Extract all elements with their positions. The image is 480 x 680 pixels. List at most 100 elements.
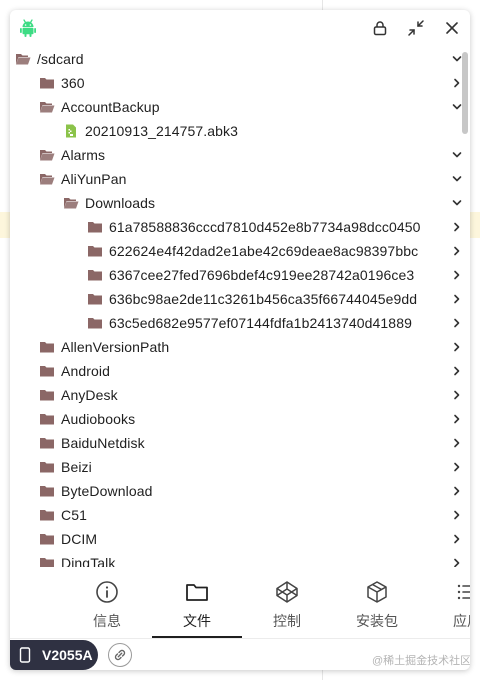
tree-item-label: 636bc98ae2de11c3261b456ca35f66744045e9dd bbox=[109, 291, 418, 307]
tree-item-label: 622624e4f42dad2e1abe42c69deae8ac98397bbc bbox=[109, 243, 419, 259]
connect-link-button[interactable] bbox=[108, 643, 132, 667]
folder-item[interactable]: Downloads bbox=[10, 191, 470, 215]
chevron-right-icon[interactable] bbox=[450, 412, 464, 426]
watermark: @稀土掘金技术社区 bbox=[372, 655, 470, 667]
folder-icon bbox=[40, 366, 54, 377]
tree-item-label: Audiobooks bbox=[61, 411, 136, 427]
folder-icon bbox=[88, 222, 102, 233]
chevron-right-icon[interactable] bbox=[450, 268, 464, 282]
tree-item-label: 61a78588836cccd7810d452e8b7734a98dcc0450 bbox=[109, 219, 421, 235]
tree-item-label: 360 bbox=[61, 75, 85, 91]
folder-item[interactable]: Alarms bbox=[10, 143, 470, 167]
chevron-down-icon[interactable] bbox=[450, 172, 464, 186]
shrink-button[interactable] bbox=[406, 18, 426, 38]
folder-item[interactable]: C51 bbox=[10, 503, 470, 527]
tree-item-label: DingTalk bbox=[61, 555, 116, 567]
folder-icon bbox=[40, 342, 54, 353]
nav-tab[interactable]: 应用 bbox=[422, 570, 470, 638]
panel-titlebar bbox=[10, 10, 470, 46]
info-icon bbox=[96, 581, 118, 603]
tree-item-label: Downloads bbox=[85, 195, 156, 211]
folder-icon bbox=[40, 462, 54, 473]
chevron-right-icon[interactable] bbox=[450, 340, 464, 354]
folder-item[interactable]: ByteDownload bbox=[10, 479, 470, 503]
chevron-right-icon[interactable] bbox=[450, 532, 464, 546]
folder-item[interactable]: DingTalk bbox=[10, 551, 470, 567]
chevron-right-icon[interactable] bbox=[450, 484, 464, 498]
tree-item-label: ByteDownload bbox=[61, 483, 153, 499]
folder-icon bbox=[88, 270, 102, 281]
folder-icon bbox=[40, 414, 54, 425]
tree-item-label: BaiduNetdisk bbox=[61, 435, 145, 451]
chevron-right-icon[interactable] bbox=[450, 436, 464, 450]
folder-item[interactable]: 61a78588836cccd7810d452e8b7734a98dcc0450 bbox=[10, 215, 470, 239]
chevron-right-icon[interactable] bbox=[450, 292, 464, 306]
lock-icon bbox=[373, 21, 387, 36]
chevron-down-icon[interactable] bbox=[450, 148, 464, 162]
nav-tab[interactable]: 文件 bbox=[152, 570, 242, 638]
footer-divider bbox=[10, 638, 470, 639]
nav-tab-label: 应用 bbox=[453, 613, 470, 629]
nav-tab[interactable]: 信息 bbox=[62, 570, 152, 638]
folder-item[interactable]: BaiduNetdisk bbox=[10, 431, 470, 455]
device-selector-button[interactable]: V2055A bbox=[10, 640, 98, 670]
chevron-right-icon[interactable] bbox=[450, 244, 464, 258]
folder-icon bbox=[40, 534, 54, 545]
close-button[interactable] bbox=[442, 18, 462, 38]
folder-item[interactable]: AliYunPan bbox=[10, 167, 470, 191]
lock-button[interactable] bbox=[370, 18, 390, 38]
chevron-right-icon[interactable] bbox=[450, 388, 464, 402]
chevron-right-icon[interactable] bbox=[450, 460, 464, 474]
link-icon bbox=[114, 649, 126, 661]
chevron-right-icon[interactable] bbox=[450, 316, 464, 330]
tree-item-label: Beizi bbox=[61, 459, 92, 475]
folder-item[interactable]: Beizi bbox=[10, 455, 470, 479]
file-tree: /sdcard 360 AccountBackup 20210913_214757.a… bbox=[10, 47, 470, 567]
scrollbar-thumb[interactable] bbox=[462, 52, 468, 134]
folder-item[interactable]: AnyDesk bbox=[10, 383, 470, 407]
list-icon bbox=[457, 584, 470, 600]
folder-item[interactable]: DCIM bbox=[10, 527, 470, 551]
tree-item-label: C51 bbox=[61, 507, 87, 523]
phone-icon bbox=[19, 647, 31, 663]
file-item[interactable]: 20210913_214757.abk3 bbox=[10, 119, 470, 143]
nav-tab-label: 文件 bbox=[183, 613, 211, 629]
nav-tab-label: 控制 bbox=[273, 613, 301, 629]
tree-item-label: 20210913_214757.abk3 bbox=[85, 123, 239, 139]
tree-item-label: Alarms bbox=[61, 147, 106, 163]
folder-item[interactable]: Android bbox=[10, 359, 470, 383]
folder-icon bbox=[40, 438, 54, 449]
tree-item-label: AliYunPan bbox=[61, 171, 127, 187]
tree-item-label: AllenVersionPath bbox=[61, 339, 170, 355]
folder-open-icon bbox=[40, 150, 55, 161]
android-icon bbox=[20, 19, 36, 37]
folder-open-icon bbox=[40, 174, 55, 185]
folder-icon bbox=[88, 318, 102, 329]
tree-item-label: AnyDesk bbox=[61, 387, 118, 403]
folder-icon bbox=[88, 246, 102, 257]
chevron-right-icon[interactable] bbox=[450, 508, 464, 522]
folder-open-icon bbox=[64, 198, 79, 209]
nav-tab[interactable]: 安装包 bbox=[332, 570, 422, 638]
folder-item[interactable]: AllenVersionPath bbox=[10, 335, 470, 359]
folder-item[interactable]: 63c5ed682e9577ef07144fdfa1b2413740d41889 bbox=[10, 311, 470, 335]
folder-item[interactable]: 622624e4f42dad2e1abe42c69deae8ac98397bbc bbox=[10, 239, 470, 263]
chevron-down-icon[interactable] bbox=[450, 196, 464, 210]
folder-item[interactable]: 6367cee27fed7696bdef4c919ee28742a0196ce3 bbox=[10, 263, 470, 287]
folder-icon bbox=[40, 558, 54, 567]
folder-open-icon bbox=[40, 102, 55, 113]
chevron-right-icon[interactable] bbox=[450, 364, 464, 378]
folder-item[interactable]: 360 bbox=[10, 71, 470, 95]
folder-outline-icon bbox=[186, 584, 208, 601]
folder-item[interactable]: AccountBackup bbox=[10, 95, 470, 119]
chevron-right-icon[interactable] bbox=[450, 556, 464, 567]
chevron-right-icon[interactable] bbox=[450, 220, 464, 234]
nav-tab-label: 安装包 bbox=[356, 613, 398, 629]
nav-tab[interactable]: 控制 bbox=[242, 570, 332, 638]
background-highlight-right bbox=[470, 212, 480, 238]
folder-item[interactable]: /sdcard bbox=[10, 47, 470, 71]
tree-item-label: AccountBackup bbox=[61, 99, 160, 115]
folder-item[interactable]: Audiobooks bbox=[10, 407, 470, 431]
folder-item[interactable]: 636bc98ae2de11c3261b456ca35f66744045e9dd bbox=[10, 287, 470, 311]
device-name: V2055A bbox=[42, 647, 93, 663]
